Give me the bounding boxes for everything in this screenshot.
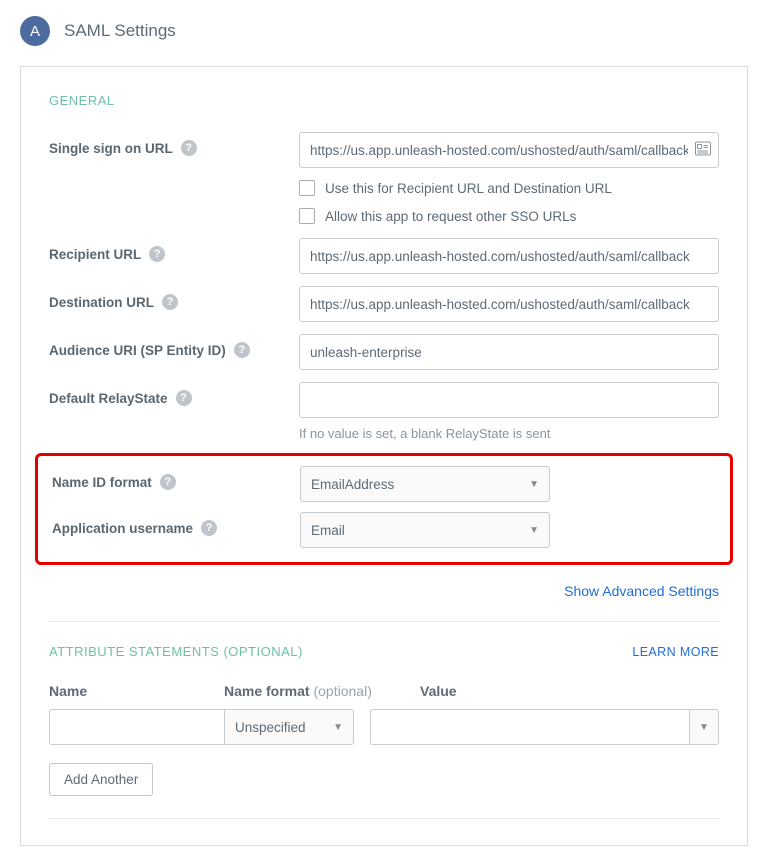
recipient-url-input[interactable] [299,238,719,274]
row-relaystate: Default RelayState ? If no value is set,… [49,382,719,441]
appusername-select[interactable]: Email ▼ [300,512,550,548]
attr-value-input[interactable] [370,709,689,745]
help-icon[interactable]: ? [162,294,178,310]
page-title: SAML Settings [64,21,176,41]
chevron-down-icon: ▼ [333,722,343,733]
nameid-value: EmailAddress [311,477,394,492]
sso-url-label: Single sign on URL [49,141,173,156]
attribute-row: Unspecified ▼ ▼ [49,709,719,745]
help-icon[interactable]: ? [149,246,165,262]
audience-uri-label: Audience URI (SP Entity ID) [49,343,226,358]
nameid-label: Name ID format [52,475,152,490]
use-for-recipient-label: Use this for Recipient URL and Destinati… [325,181,612,196]
attribute-columns-header: Name Name format (optional) Value [49,683,719,699]
divider [49,818,719,819]
help-icon[interactable]: ? [181,140,197,156]
chevron-down-icon: ▼ [529,525,539,536]
attr-value-dropdown[interactable]: ▼ [689,709,719,745]
row-sso-url: Single sign on URL ? Use this for Recipi… [49,132,719,224]
allow-other-sso-checkbox[interactable] [299,208,315,224]
general-section-title: GENERAL [49,93,719,108]
nameid-select[interactable]: EmailAddress ▼ [300,466,550,502]
app-avatar: A [20,16,50,46]
help-icon[interactable]: ? [160,474,176,490]
appusername-label: Application username [52,521,193,536]
divider [49,621,719,622]
relaystate-hint: If no value is set, a blank RelayState i… [299,426,719,441]
help-icon[interactable]: ? [176,390,192,406]
chevron-down-icon: ▼ [699,722,709,733]
chevron-down-icon: ▼ [529,479,539,490]
col-format-header: Name format (optional) [224,683,404,699]
allow-other-sso-label: Allow this app to request other SSO URLs [325,209,576,224]
row-recipient-url: Recipient URL ? [49,238,719,274]
show-advanced-settings-link[interactable]: Show Advanced Settings [564,583,719,599]
row-appusername: Application username ? Email ▼ [52,512,716,548]
highlight-box: Name ID format ? EmailAddress ▼ Applicat… [35,453,733,565]
recipient-url-label: Recipient URL [49,247,141,262]
id-card-icon[interactable] [695,142,711,159]
learn-more-link[interactable]: LEARN MORE [632,645,719,659]
attr-format-value: Unspecified [235,720,306,735]
appusername-value: Email [311,523,345,538]
relaystate-label: Default RelayState [49,391,168,406]
attr-name-input[interactable] [49,709,224,745]
sso-url-input[interactable] [299,132,719,168]
audience-uri-input[interactable] [299,334,719,370]
add-another-button[interactable]: Add Another [49,763,153,796]
destination-url-input[interactable] [299,286,719,322]
row-destination-url: Destination URL ? [49,286,719,322]
col-value-header: Value [404,683,719,699]
use-for-recipient-checkbox[interactable] [299,180,315,196]
destination-url-label: Destination URL [49,295,154,310]
page-header: A SAML Settings [0,0,768,66]
row-audience-uri: Audience URI (SP Entity ID) ? [49,334,719,370]
attribute-section-title: ATTRIBUTE STATEMENTS (OPTIONAL) [49,644,303,659]
settings-panel: GENERAL Single sign on URL ? Use this fo… [20,66,748,846]
relaystate-input[interactable] [299,382,719,418]
help-icon[interactable]: ? [234,342,250,358]
attr-format-select[interactable]: Unspecified ▼ [224,709,354,745]
col-name-header: Name [49,683,224,699]
help-icon[interactable]: ? [201,520,217,536]
row-nameid: Name ID format ? EmailAddress ▼ [52,466,716,502]
